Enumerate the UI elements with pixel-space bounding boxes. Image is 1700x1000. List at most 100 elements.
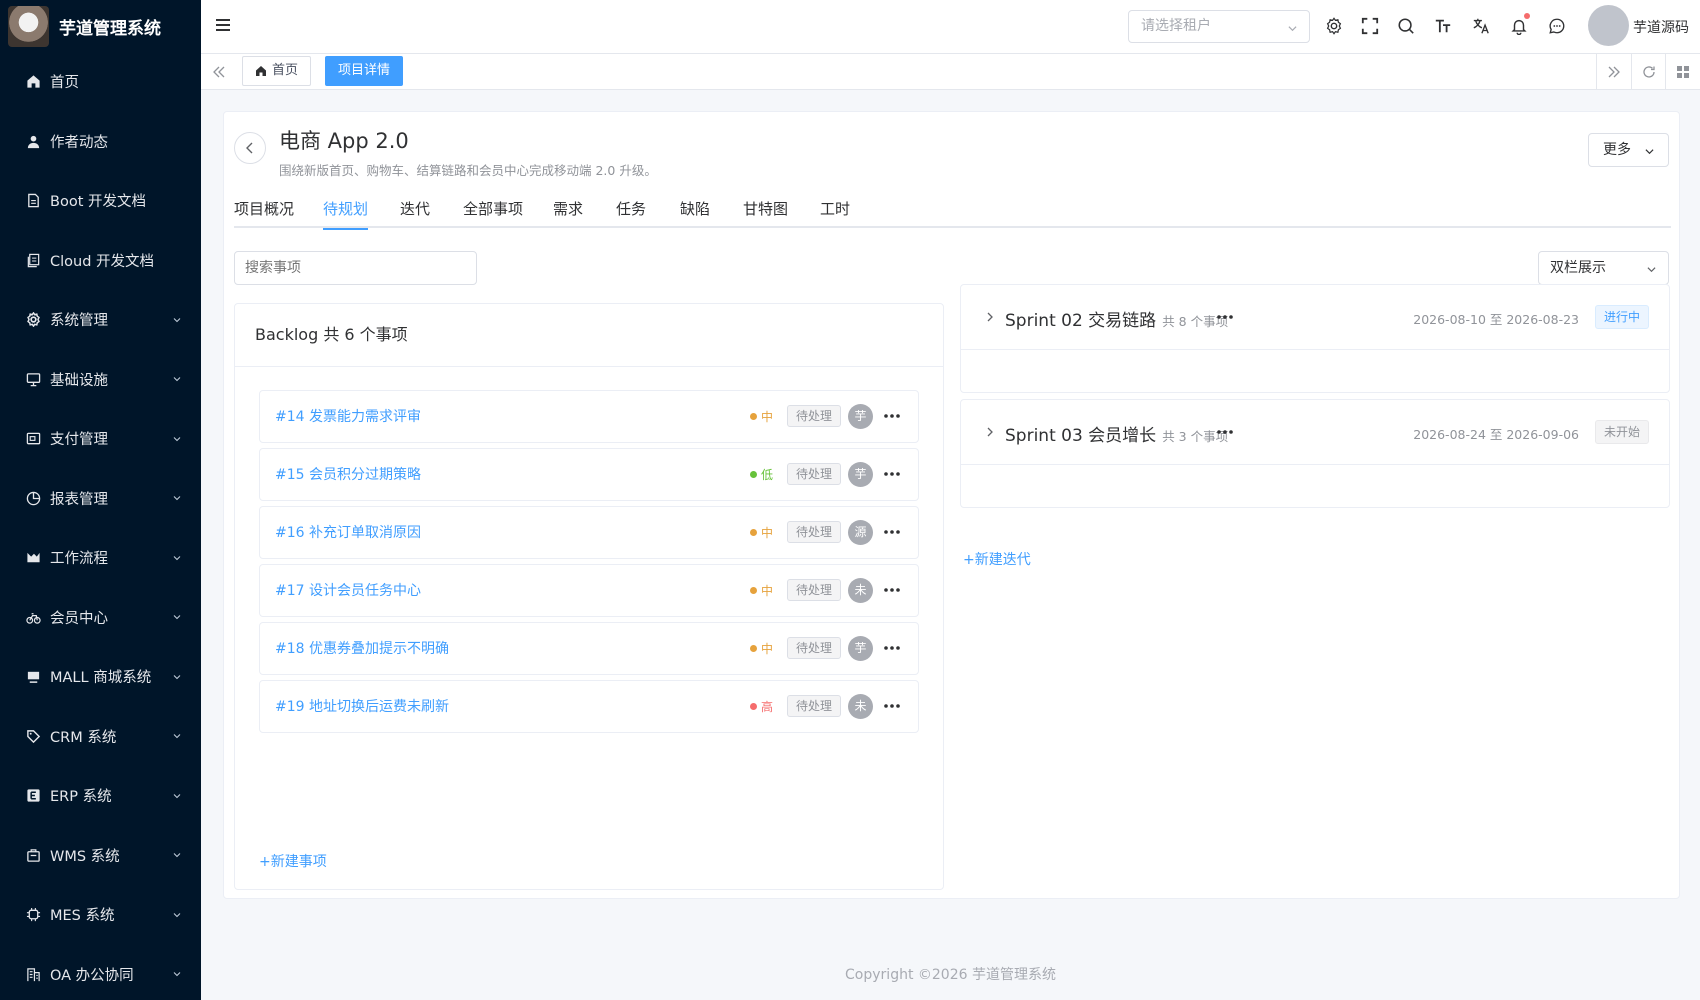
assignee-avatar[interactable]: 未 [848, 578, 873, 603]
sidebar-item-11[interactable]: CRM 系统 [0, 707, 201, 767]
sidebar-item-15[interactable]: OA 办公协同 [0, 945, 201, 1000]
tab-3[interactable]: 全部事项 [463, 190, 523, 228]
sidebar-item-13[interactable]: WMS 系统 [0, 826, 201, 886]
more-button[interactable]: 更多 [1588, 133, 1669, 167]
sidebar-item-2[interactable]: Boot 开发文档 [0, 171, 201, 231]
sprint-date-range: 2026-08-24 至 2026-09-06 [1413, 427, 1579, 442]
sidebar-item-label: MES 系统 [50, 908, 115, 925]
sidebar-item-9[interactable]: 会员中心 [0, 588, 201, 648]
status-badge[interactable]: 待处理 [787, 637, 842, 659]
chevron-right-icon[interactable] [985, 427, 995, 437]
tab-8[interactable]: 工时 [820, 190, 850, 228]
tab-1[interactable]: 待规划 [323, 190, 369, 230]
settings-gear-icon[interactable] [1324, 16, 1344, 36]
chevron-down-icon [173, 674, 181, 680]
tab-4[interactable]: 需求 [553, 190, 583, 228]
scroll-right-icon[interactable] [1596, 54, 1631, 90]
sidebar-item-label: 基础设施 [50, 372, 108, 389]
more-horizontal-icon[interactable] [882, 464, 902, 484]
issue-card[interactable]: #18 优惠券叠加提示不明确 中待处理芋 [259, 622, 919, 675]
sidebar-item-14[interactable]: MES 系统 [0, 885, 201, 945]
issue-card[interactable]: #19 地址切换后运费未刷新 高待处理未 [259, 680, 919, 733]
status-badge[interactable]: 待处理 [787, 463, 842, 485]
sidebar-item-6[interactable]: 支付管理 [0, 409, 201, 469]
tenant-select[interactable]: 请选择租户 [1128, 10, 1310, 43]
backlog-title: Backlog 共 6 个事项 [235, 304, 943, 367]
logo[interactable]: 芋道管理系统 [0, 0, 201, 52]
more-horizontal-icon[interactable] [1215, 422, 1235, 442]
message-icon[interactable] [1547, 16, 1567, 36]
issue-title-link[interactable]: #18 优惠券叠加提示不明确 [275, 638, 449, 658]
issue-title-link[interactable]: #15 会员积分过期策略 [275, 464, 421, 484]
layout-select[interactable]: 双栏展示 [1538, 251, 1669, 285]
sidebar-item-3[interactable]: Cloud 开发文档 [0, 231, 201, 291]
refresh-icon[interactable] [1631, 54, 1666, 90]
issue-title-link[interactable]: #14 发票能力需求评审 [275, 406, 421, 426]
chevron-down-icon [173, 496, 181, 501]
more-horizontal-icon[interactable] [882, 638, 902, 658]
status-badge[interactable]: 待处理 [787, 521, 842, 543]
fullscreen-icon[interactable] [1360, 16, 1380, 36]
issue-title-link[interactable]: #19 地址切换后运费未刷新 [275, 696, 449, 716]
grid-icon[interactable] [1665, 54, 1700, 90]
sidebar-item-label: 工作流程 [50, 551, 108, 568]
assignee-avatar[interactable]: 芋 [848, 636, 873, 661]
search-icon[interactable] [1396, 16, 1416, 36]
issue-card[interactable]: #15 会员积分过期策略 低待处理芋 [259, 448, 919, 501]
sidebar-item-7[interactable]: 报表管理 [0, 469, 201, 529]
search-input[interactable] [234, 251, 477, 285]
more-horizontal-icon[interactable] [882, 696, 902, 716]
chevron-down-icon [173, 436, 181, 442]
tab-5[interactable]: 任务 [616, 190, 646, 228]
sidebar-item-4[interactable]: 系统管理 [0, 290, 201, 350]
sidebar-item-1[interactable]: 作者动态 [0, 112, 201, 172]
issue-card[interactable]: #16 补充订单取消原因 中待处理源 [259, 506, 919, 559]
sidebar: 芋道管理系统 首页 作者动态 Boot 开发文档 Cloud 开发文档 系统管理基础设施… [0, 0, 201, 1000]
hamburger-icon[interactable] [215, 17, 231, 33]
chevron-right-icon[interactable] [985, 312, 995, 322]
new-issue-button[interactable]: +新建事项 [259, 851, 327, 871]
notification-bell-icon[interactable] [1509, 13, 1530, 36]
more-horizontal-icon[interactable] [882, 580, 902, 600]
status-badge[interactable]: 待处理 [787, 405, 842, 427]
tab-2[interactable]: 迭代 [400, 190, 430, 228]
priority-dot [750, 413, 757, 420]
font-size-icon[interactable] [1433, 16, 1453, 36]
sprint-panel: Sprint 03 会员增长共 3 个事项 2026-08-24 至 2026-0… [960, 399, 1670, 508]
issue-title-link[interactable]: #16 补充订单取消原因 [275, 522, 421, 542]
sidebar-item-10[interactable]: MALL 商城系统 [0, 647, 201, 707]
sidebar-item-5[interactable]: 基础设施 [0, 350, 201, 410]
issue-title-link[interactable]: #17 设计会员任务中心 [275, 580, 421, 600]
assignee-avatar[interactable]: 芋 [848, 404, 873, 429]
assignee-avatar[interactable]: 未 [848, 694, 873, 719]
sidebar-item-12[interactable]: ERP 系统 [0, 766, 201, 826]
scroll-left-icon[interactable] [201, 54, 236, 90]
issue-card[interactable]: #14 发票能力需求评审 中待处理芋 [259, 390, 919, 443]
more-horizontal-icon[interactable] [1215, 307, 1235, 327]
project-detail-card: 电商 App 2.0 围绕新版首页、购物车、结算链路和会员中心完成移动端 2.0… [223, 111, 1680, 899]
issue-card[interactable]: #17 设计会员任务中心 中待处理未 [259, 564, 919, 617]
tag-project-detail[interactable]: 项目详情 [325, 56, 404, 86]
more-horizontal-icon[interactable] [882, 406, 902, 426]
sprint-header[interactable]: Sprint 03 会员增长共 3 个事项 2026-08-24 至 2026-0… [961, 400, 1669, 465]
sidebar-item-label: MALL 商城系统 [50, 670, 152, 687]
more-horizontal-icon[interactable] [882, 522, 902, 542]
sidebar-item-0[interactable]: 首页 [0, 52, 201, 112]
back-button[interactable] [234, 132, 266, 164]
tab-7[interactable]: 甘特图 [743, 190, 788, 228]
user-avatar[interactable] [1588, 5, 1629, 46]
status-badge[interactable]: 待处理 [787, 695, 842, 717]
tag-home[interactable]: 首页 [242, 56, 312, 86]
sidebar-item-8[interactable]: 工作流程 [0, 528, 201, 588]
new-sprint-button[interactable]: +新建迭代 [963, 549, 1031, 569]
chevron-down-icon [173, 615, 181, 620]
status-badge[interactable]: 待处理 [787, 579, 842, 601]
tab-6[interactable]: 缺陷 [680, 190, 710, 228]
username[interactable]: 芋道源码 [1633, 17, 1689, 37]
assignee-avatar[interactable]: 源 [848, 520, 873, 545]
priority-dot [750, 645, 757, 652]
tab-0[interactable]: 项目概况 [234, 190, 294, 228]
translate-icon[interactable] [1471, 16, 1491, 36]
assignee-avatar[interactable]: 芋 [848, 462, 873, 487]
sprint-header[interactable]: Sprint 02 交易链路共 8 个事项 2026-08-10 至 2026-0… [961, 285, 1669, 350]
